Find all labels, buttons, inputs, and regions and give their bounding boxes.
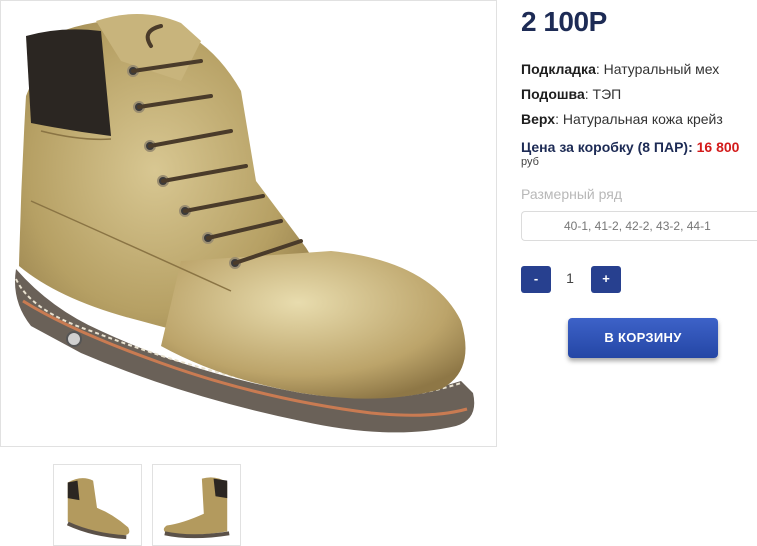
add-to-cart-button[interactable]: В КОРЗИНУ [568,318,718,358]
thumbnail-front[interactable] [53,464,142,546]
quantity-value[interactable]: 1 [558,270,582,286]
quantity-increase-button[interactable]: + [591,266,621,293]
spec-upper: Верх: Натуральная кожа крейз [521,111,723,127]
spec-value: Натуральный мех [603,61,720,77]
spec-value: Натуральная кожа крейз [562,111,723,127]
box-price-label: Цена за коробку (8 ПАР): [521,139,693,155]
spec-value: ТЭП [592,86,622,102]
main-product-image[interactable] [0,0,497,447]
size-range-label: Размерный ряд [521,186,623,202]
spec-label: Подошва [521,86,585,102]
spec-label: Верх [521,111,556,127]
box-price-currency: руб [521,156,539,168]
thumbnail-side[interactable] [152,464,241,546]
boot-photo [15,13,475,433]
box-price-value: 16 800 [696,139,740,155]
product-price: 2 100Р [521,6,607,37]
spec-lining: Подкладка: Натуральный мех [521,61,720,77]
quantity-decrease-button[interactable]: - [521,266,551,293]
boot-side-thumb [163,477,230,539]
size-range-select[interactable]: 40-1, 41-2, 42-2, 43-2, 44-1 [521,211,757,241]
spec-label: Подкладка [521,61,596,77]
spec-sole: Подошва: ТЭП [521,86,622,102]
box-price: Цена за коробку (8 ПАР): 16 800 [521,139,739,155]
boot-front-thumb [66,478,130,540]
